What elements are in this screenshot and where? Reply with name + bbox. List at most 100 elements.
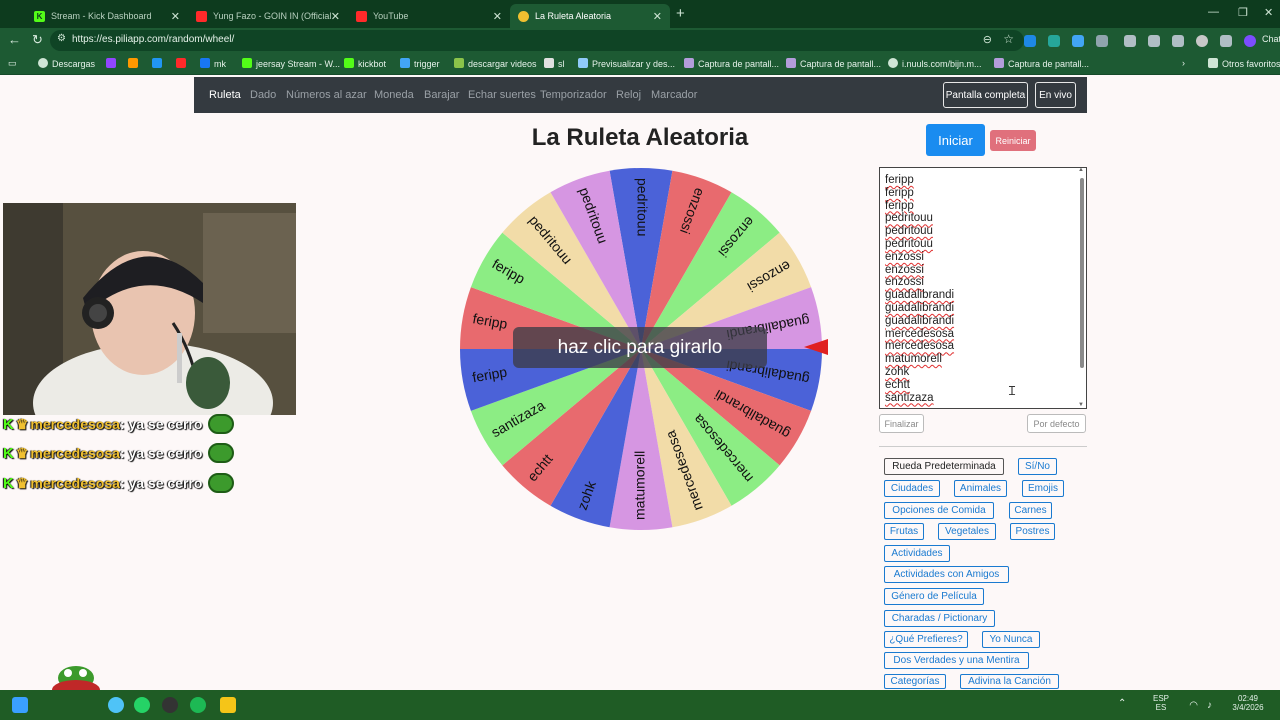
preset-dos-verdades[interactable]: Dos Verdades y una Mentira	[884, 652, 1029, 669]
default-button[interactable]: Por defecto	[1027, 414, 1086, 433]
history-icon[interactable]	[1172, 35, 1184, 47]
tab-yung-fazo[interactable]: Yung Fazo - GOIN IN (Official Vide ✕	[188, 4, 348, 28]
bookmark-jeersay[interactable]: jeersay Stream - W...	[242, 58, 340, 69]
chat-label[interactable]: Chat	[1262, 34, 1280, 44]
reload-icon[interactable]: ↻	[32, 32, 43, 48]
clock-date: 3/4/2026	[1232, 703, 1264, 712]
extension-icon[interactable]	[1048, 35, 1060, 47]
bookmark-site[interactable]	[152, 58, 166, 69]
windows-start-icon[interactable]	[12, 697, 28, 713]
new-tab-button[interactable]: +	[676, 5, 685, 22]
bookmark-youtube[interactable]	[176, 58, 190, 69]
nav-ruleta[interactable]: Ruleta	[209, 89, 241, 101]
extension-icon[interactable]	[1072, 35, 1084, 47]
preset-emojis[interactable]: Emojis	[1022, 480, 1064, 497]
bookmark-inuuls[interactable]: i.nuuls.com/bijn.m...	[888, 58, 982, 69]
bookmark-site[interactable]	[128, 58, 142, 69]
spotify-icon[interactable]	[190, 697, 206, 713]
zoom-icon[interactable]: ⊖	[983, 33, 992, 46]
minimize-icon[interactable]: —	[1208, 6, 1219, 18]
spin-prompt[interactable]: haz clic para girarlo	[513, 327, 767, 368]
close-icon[interactable]: ✕	[493, 10, 502, 23]
tab-youtube[interactable]: YouTube ✕	[348, 4, 510, 28]
preset-categorias[interactable]: Categorías	[884, 674, 946, 689]
bookmark-captura-3[interactable]: Captura de pantall...	[994, 58, 1089, 69]
copilot-icon[interactable]	[1244, 35, 1256, 47]
preset-animales[interactable]: Animales	[954, 480, 1007, 497]
bookmark-twitch[interactable]	[106, 58, 120, 69]
obs-icon[interactable]	[162, 697, 178, 713]
bookmark-trigger[interactable]: trigger	[400, 58, 440, 69]
back-arrow-icon[interactable]: ←	[8, 32, 21, 47]
finish-button[interactable]: Finalizar	[879, 414, 924, 433]
volume-icon[interactable]: ♪	[1207, 700, 1212, 711]
tab-kick-dashboard[interactable]: K Stream - Kick Dashboard ✕	[26, 4, 188, 28]
tab-label: Stream - Kick Dashboard	[51, 11, 152, 21]
close-icon[interactable]: ✕	[331, 10, 340, 23]
preset-actividades-con-amigos[interactable]: Actividades con Amigos	[884, 566, 1009, 583]
preset-genero-de-pelicula[interactable]: Género de Película	[884, 588, 984, 605]
nav-temporizador[interactable]: Temporizador	[540, 89, 607, 101]
whatsapp-icon[interactable]	[134, 697, 150, 713]
extension-icon[interactable]	[1124, 35, 1136, 47]
favorites-icon[interactable]	[1148, 35, 1160, 47]
fullscreen-button[interactable]: Pantalla completa	[943, 82, 1028, 108]
wifi-icon[interactable]: ◠	[1189, 700, 1198, 711]
scrollbar-thumb[interactable]	[1080, 178, 1084, 368]
bookmark-sl[interactable]: sl	[544, 58, 565, 69]
chevron-up-icon[interactable]: ⌃	[1118, 698, 1126, 709]
bookmark-descargas[interactable]: Descargas	[38, 58, 95, 69]
maximize-icon[interactable]: ❐	[1238, 6, 1248, 19]
bookmark-previsualizar[interactable]: Previsualizar y des...	[578, 58, 675, 69]
close-icon[interactable]: ✕	[653, 10, 662, 23]
bookmark-mk[interactable]: mk	[200, 58, 226, 69]
preset-frutas[interactable]: Frutas	[884, 523, 924, 540]
puzzle-icon[interactable]	[1096, 35, 1108, 47]
reading-list-icon[interactable]: ▭	[8, 58, 17, 69]
nav-barajar[interactable]: Barajar	[424, 89, 459, 101]
extension-icon[interactable]	[1024, 35, 1036, 47]
nav-reloj[interactable]: Reloj	[616, 89, 641, 101]
preset-actividades[interactable]: Actividades	[884, 545, 950, 562]
close-icon[interactable]: ✕	[171, 10, 180, 23]
edge-icon[interactable]	[108, 697, 124, 713]
site-info-icon[interactable]: ⚙	[57, 33, 66, 44]
preset-que-prefieres[interactable]: ¿Qué Prefieres?	[884, 631, 968, 648]
scroll-down-icon[interactable]: ▼	[1078, 402, 1084, 408]
star-icon[interactable]: ☆	[1003, 32, 1014, 46]
preset-vegetales[interactable]: Vegetales	[938, 523, 996, 540]
start-button[interactable]: Iniciar	[926, 124, 985, 156]
tab-la-ruleta-aleatoria[interactable]: La Ruleta Aleatoria ✕	[510, 4, 670, 28]
nav-moneda[interactable]: Moneda	[374, 89, 414, 101]
entries-textarea[interactable]: feripp feripp feripp pedritouu pedritouu pedr…	[879, 167, 1087, 409]
bookmark-captura-1[interactable]: Captura de pantall...	[684, 58, 779, 69]
chevron-right-icon[interactable]: ›	[1182, 58, 1185, 68]
preset-opciones-de-comida[interactable]: Opciones de Comida	[884, 502, 994, 519]
nav-marcador[interactable]: Marcador	[651, 89, 697, 101]
preset-si-no[interactable]: Sí/No	[1018, 458, 1057, 475]
preset-adivina-la-cancion[interactable]: Adivina la Canción	[960, 674, 1059, 689]
preset-rueda-predeterminada[interactable]: Rueda Predeterminada	[884, 458, 1004, 475]
preset-ciudades[interactable]: Ciudades	[884, 480, 940, 497]
nav-numeros-al-azar[interactable]: Números al azar	[286, 89, 367, 101]
preset-carnes[interactable]: Carnes	[1009, 502, 1052, 519]
reset-button[interactable]: Reiniciar	[990, 130, 1036, 151]
nav-echar-suertes[interactable]: Echar suertes	[468, 89, 536, 101]
scroll-up-icon[interactable]: ▲	[1078, 168, 1084, 173]
other-bookmarks[interactable]: Otros favoritos	[1208, 58, 1280, 69]
live-button[interactable]: En vivo	[1035, 82, 1076, 108]
more-menu-icon[interactable]	[1220, 35, 1232, 47]
preset-postres[interactable]: Postres	[1010, 523, 1055, 540]
clock[interactable]: 02:49 3/4/2026	[1228, 694, 1268, 712]
bookmark-descargar-videos[interactable]: descargar videos	[454, 58, 537, 69]
url-field[interactable]: ⚙ https://es.piliapp.com/random/wheel/ ⊖…	[50, 30, 1024, 51]
notes-icon[interactable]	[220, 697, 236, 713]
bookmark-kickbot[interactable]: kickbot	[344, 58, 386, 69]
preset-charadas-pictionary[interactable]: Charadas / Pictionary	[884, 610, 995, 627]
bookmark-captura-2[interactable]: Captura de pantall...	[786, 58, 881, 69]
close-window-icon[interactable]: ✕	[1264, 6, 1273, 19]
language-indicator[interactable]: ESP ES	[1146, 694, 1176, 712]
profile-avatar[interactable]	[1196, 35, 1208, 47]
preset-yo-nunca[interactable]: Yo Nunca	[982, 631, 1040, 648]
nav-dado[interactable]: Dado	[250, 89, 276, 101]
